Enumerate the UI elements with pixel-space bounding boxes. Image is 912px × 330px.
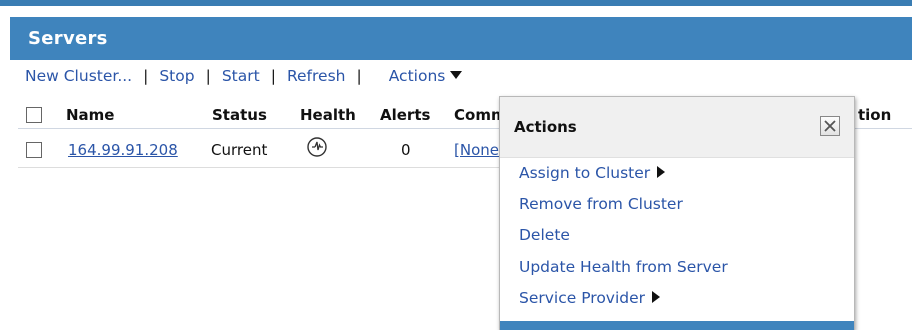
server-name-link[interactable]: 164.99.91.208 bbox=[68, 140, 178, 160]
update-health-menu-item[interactable]: Update Health from Server bbox=[519, 257, 728, 277]
submenu-arrow-icon bbox=[657, 166, 666, 178]
actions-menu-button[interactable]: Actions bbox=[389, 67, 463, 85]
refresh-link[interactable]: Refresh bbox=[287, 67, 346, 85]
new-cluster-link[interactable]: New Cluster... bbox=[25, 67, 132, 85]
delete-menu-item[interactable]: Delete bbox=[519, 225, 570, 245]
column-header-status[interactable]: Status bbox=[212, 105, 267, 125]
actions-popup-footer bbox=[500, 321, 854, 330]
toolbar-separator: | bbox=[205, 67, 211, 85]
top-accent-bar bbox=[0, 0, 912, 6]
row-divider bbox=[18, 167, 508, 168]
start-link[interactable]: Start bbox=[222, 67, 260, 85]
toolbar-separator: | bbox=[356, 67, 362, 85]
select-all-checkbox[interactable] bbox=[26, 107, 42, 123]
assign-to-cluster-menu-item[interactable]: Assign to Cluster bbox=[519, 163, 666, 183]
servers-toolbar: New Cluster... | Stop | Start | Refresh | Action… bbox=[25, 65, 463, 87]
column-header-partial[interactable]: tion bbox=[858, 105, 891, 125]
row-checkbox[interactable] bbox=[26, 142, 42, 158]
column-header-alerts[interactable]: Alerts bbox=[380, 105, 430, 125]
servers-page: Servers New Cluster... | Stop | Start | Refres… bbox=[0, 0, 912, 330]
comm-link[interactable]: [None bbox=[454, 140, 499, 160]
stop-link[interactable]: Stop bbox=[159, 67, 194, 85]
menu-item-label: Assign to Cluster bbox=[519, 164, 651, 182]
submenu-arrow-icon bbox=[652, 291, 661, 303]
column-header-name[interactable]: Name bbox=[66, 105, 114, 125]
actions-popup-title: Actions bbox=[514, 118, 577, 136]
toolbar-separator: | bbox=[270, 67, 276, 85]
alerts-count: 0 bbox=[401, 141, 411, 159]
toolbar-separator: | bbox=[143, 67, 149, 85]
actions-menu-label: Actions bbox=[388, 67, 446, 85]
caret-down-icon bbox=[450, 71, 463, 79]
panel-title: Servers bbox=[10, 17, 912, 60]
server-status: Current bbox=[211, 141, 268, 159]
menu-item-label: Service Provider bbox=[519, 289, 646, 307]
column-header-health[interactable]: Health bbox=[300, 105, 356, 125]
remove-from-cluster-menu-item[interactable]: Remove from Cluster bbox=[519, 194, 683, 214]
close-icon[interactable] bbox=[820, 116, 840, 136]
actions-popup-header: Actions bbox=[500, 97, 854, 158]
health-status-icon[interactable] bbox=[306, 136, 328, 158]
actions-popup: Actions Assign to Cluster Remove from Cl… bbox=[499, 96, 855, 330]
service-provider-menu-item[interactable]: Service Provider bbox=[519, 288, 661, 308]
